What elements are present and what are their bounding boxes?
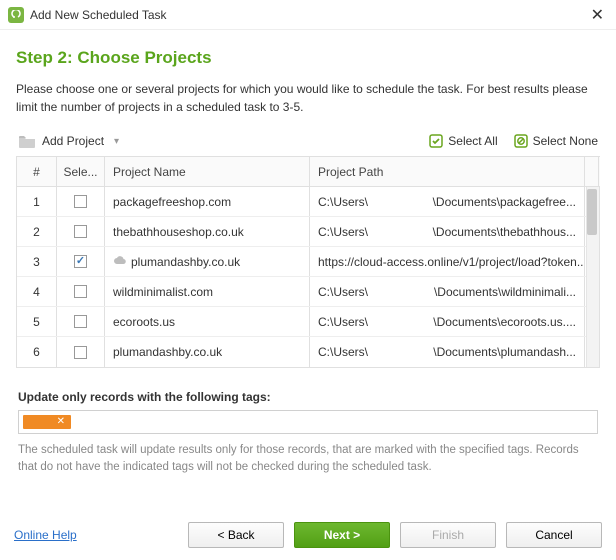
tags-help-text: The scheduled task will update results o… bbox=[18, 442, 598, 475]
col-header-number[interactable]: # bbox=[17, 157, 57, 186]
row-project-name: ecoroots.us bbox=[105, 307, 310, 336]
select-none-label: Select None bbox=[533, 134, 598, 148]
row-number: 1 bbox=[17, 187, 57, 216]
row-select-cell bbox=[57, 337, 105, 367]
row-number: 5 bbox=[17, 307, 57, 336]
row-select-cell bbox=[57, 187, 105, 216]
row-checkbox[interactable] bbox=[74, 255, 87, 268]
row-checkbox[interactable] bbox=[74, 285, 87, 298]
col-header-name[interactable]: Project Name bbox=[105, 157, 310, 186]
row-select-cell bbox=[57, 217, 105, 246]
chevron-down-icon: ▾ bbox=[114, 136, 119, 147]
row-project-path: C:\Users\\Documents\plumandash... bbox=[310, 337, 585, 367]
row-project-path: C:\Users\\Documents\wildminimali... bbox=[310, 277, 585, 306]
row-project-name: packagefreeshop.com bbox=[105, 187, 310, 216]
row-project-name: plumandashby.co.uk bbox=[105, 337, 310, 367]
table-row[interactable]: 5 ecoroots.usC:\Users\\Documents\ecoroots… bbox=[17, 307, 600, 337]
col-header-scroll bbox=[585, 157, 599, 186]
select-all-label: Select All bbox=[448, 134, 497, 148]
row-select-cell bbox=[57, 277, 105, 306]
row-project-path: C:\Users\\Documents\ecoroots.us.... bbox=[310, 307, 585, 336]
row-project-path: https://cloud-access.online/v1/project/l… bbox=[310, 247, 585, 276]
table-row[interactable]: 2 thebathhouseshop.co.ukC:\Users\\Documen… bbox=[17, 217, 600, 247]
tag-chip[interactable]: ✕ bbox=[23, 415, 71, 429]
table-row[interactable]: 3 plumandashby.co.ukhttps://cloud-access.… bbox=[17, 247, 600, 277]
row-checkbox[interactable] bbox=[74, 225, 87, 238]
row-project-name: wildminimalist.com bbox=[105, 277, 310, 306]
online-help-link[interactable]: Online Help bbox=[14, 528, 77, 542]
next-button[interactable]: Next > bbox=[294, 522, 390, 548]
app-icon bbox=[8, 7, 24, 23]
cloud-icon bbox=[113, 255, 131, 269]
titlebar: Add New Scheduled Task ✕ bbox=[0, 0, 616, 30]
tags-label: Update only records with the following t… bbox=[18, 390, 598, 404]
add-project-label: Add Project bbox=[42, 134, 104, 148]
add-project-button[interactable]: Add Project ▾ bbox=[18, 134, 119, 148]
tags-input[interactable]: ✕ bbox=[18, 410, 598, 434]
table-header: # Sele... Project Name Project Path bbox=[17, 157, 600, 187]
table-row[interactable]: 4 wildminimalist.comC:\Users\\Documents\w… bbox=[17, 277, 600, 307]
row-checkbox[interactable] bbox=[74, 346, 87, 359]
folder-plus-icon bbox=[18, 134, 36, 148]
row-number: 6 bbox=[17, 337, 57, 367]
tag-remove-icon[interactable]: ✕ bbox=[57, 416, 65, 427]
step-description: Please choose one or several projects fo… bbox=[16, 80, 600, 116]
step-title: Step 2: Choose Projects bbox=[16, 48, 600, 68]
select-none-icon bbox=[514, 134, 528, 148]
footer: Online Help < Back Next > Finish Cancel bbox=[0, 512, 616, 560]
row-number: 2 bbox=[17, 217, 57, 246]
finish-button: Finish bbox=[400, 522, 496, 548]
toolbar: Add Project ▾ Select All Select None bbox=[16, 134, 600, 148]
row-checkbox[interactable] bbox=[74, 315, 87, 328]
table-body: 1packagefreeshop.comC:\Users\\Documents\… bbox=[17, 187, 600, 367]
table-row[interactable]: 6 plumandashby.co.ukC:\Users\\Documents\p… bbox=[17, 337, 600, 367]
row-project-path: C:\Users\\Documents\packagefree... bbox=[310, 187, 585, 216]
row-number: 3 bbox=[17, 247, 57, 276]
col-header-path[interactable]: Project Path bbox=[310, 157, 585, 186]
row-number: 4 bbox=[17, 277, 57, 306]
select-none-button[interactable]: Select None bbox=[514, 134, 598, 148]
projects-table: # Sele... Project Name Project Path 1 pac… bbox=[16, 156, 600, 368]
window-title: Add New Scheduled Task bbox=[30, 8, 167, 22]
col-header-select[interactable]: Sele... bbox=[57, 157, 105, 186]
scrollbar-thumb[interactable] bbox=[587, 189, 597, 235]
table-row[interactable]: 1 packagefreeshop.comC:\Users\\Documents\… bbox=[17, 187, 600, 217]
row-select-cell bbox=[57, 307, 105, 336]
cancel-button[interactable]: Cancel bbox=[506, 522, 602, 548]
row-checkbox[interactable] bbox=[74, 195, 87, 208]
row-project-name: thebathhouseshop.co.uk bbox=[105, 217, 310, 246]
close-icon[interactable]: ✕ bbox=[591, 5, 604, 25]
scrollbar-track[interactable] bbox=[586, 187, 600, 367]
back-button[interactable]: < Back bbox=[188, 522, 284, 548]
row-select-cell bbox=[57, 247, 105, 276]
select-all-icon bbox=[429, 134, 443, 148]
select-all-button[interactable]: Select All bbox=[429, 134, 497, 148]
row-project-name: plumandashby.co.uk bbox=[105, 247, 310, 276]
row-project-path: C:\Users\\Documents\thebathhous... bbox=[310, 217, 585, 246]
